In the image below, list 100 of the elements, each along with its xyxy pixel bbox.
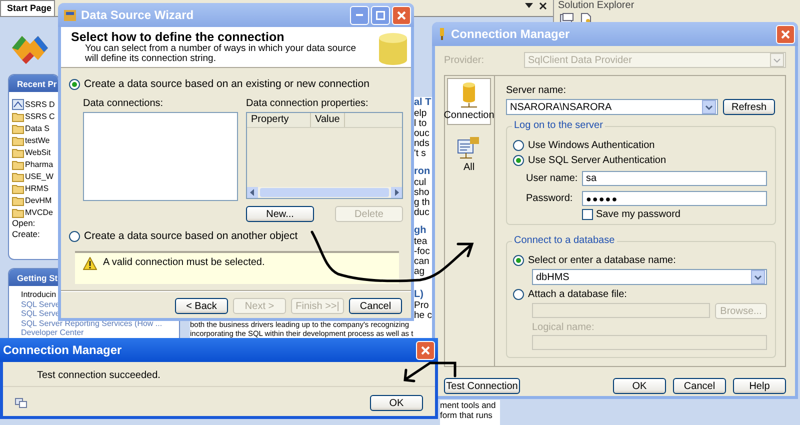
close-button[interactable] xyxy=(776,24,795,44)
ok-button[interactable]: OK xyxy=(370,395,423,411)
page-tab[interactable]: All xyxy=(447,133,491,176)
column-header[interactable]: Property xyxy=(247,113,312,127)
getting-started-text: Introducin xyxy=(21,290,56,300)
folder-icon xyxy=(12,158,24,170)
folder-icon xyxy=(12,146,24,158)
warning-icon xyxy=(83,257,97,270)
group-title: Connect to a database xyxy=(512,235,617,246)
project-link[interactable]: WebSit xyxy=(25,148,51,156)
close-icon[interactable] xyxy=(539,2,547,10)
logical-name-field[interactable] xyxy=(532,335,767,350)
connections-list[interactable] xyxy=(83,112,238,201)
minimize-icon xyxy=(356,14,363,16)
project-link[interactable]: Pharma xyxy=(25,160,54,168)
article-text: duc xyxy=(414,207,430,217)
folder-icon xyxy=(12,110,24,122)
logical-name-label: Logical name: xyxy=(532,322,596,333)
radio-button[interactable] xyxy=(513,155,524,166)
article-text: can xyxy=(414,256,430,266)
article-text: l to xyxy=(414,118,428,128)
article-text: nds xyxy=(414,138,430,148)
close-icon xyxy=(397,10,406,20)
page-heading: Select how to define the connection xyxy=(71,30,286,44)
project-link[interactable]: Data S xyxy=(25,124,50,132)
minimize-button[interactable] xyxy=(350,6,369,24)
horizontal-scrollbar[interactable] xyxy=(247,187,402,198)
article-text: elp xyxy=(414,108,428,118)
panel-title: Recent Pr xyxy=(17,79,57,89)
wizard-nav-button[interactable]: Cancel xyxy=(349,298,402,314)
article-text: Pro xyxy=(414,300,430,310)
option-label: Create a data source based on another object xyxy=(84,230,298,242)
panel-title: Solution Explorer xyxy=(557,0,636,11)
document-icon[interactable] xyxy=(580,13,592,24)
database-file-field[interactable] xyxy=(532,303,710,318)
article-text: tea xyxy=(414,236,428,246)
new-button[interactable]: New... xyxy=(246,206,314,222)
password-field[interactable]: ●●●●● xyxy=(582,191,767,206)
radio-button[interactable] xyxy=(513,289,524,300)
folder-icon xyxy=(12,182,24,194)
close-button[interactable] xyxy=(392,6,411,24)
database-dropdown[interactable]: dbHMS xyxy=(532,269,767,285)
dropdown-icon[interactable] xyxy=(525,3,533,9)
article-text: sho xyxy=(414,187,430,197)
article-heading: al T xyxy=(414,97,432,108)
dialog-button[interactable]: Test Connection xyxy=(444,378,520,394)
window-title: Connection Manager xyxy=(451,27,571,41)
checkbox-label: Save my password xyxy=(596,209,680,220)
radio-button[interactable] xyxy=(513,255,524,266)
folder-icon xyxy=(12,194,24,206)
left-arrow-icon[interactable] xyxy=(250,189,256,196)
option-label: Attach a database file: xyxy=(528,289,627,300)
option-label: Select or enter a database name: xyxy=(528,255,676,266)
project-link[interactable]: USE_W xyxy=(25,172,54,180)
close-icon xyxy=(421,346,430,354)
checkbox[interactable] xyxy=(582,209,593,220)
option-label: Create a data source based on an existing or new connection xyxy=(84,78,370,90)
project-link[interactable]: HRMS xyxy=(25,184,49,192)
right-arrow-icon[interactable] xyxy=(394,189,399,196)
database-icon xyxy=(458,82,480,110)
hand-drawn-arrow xyxy=(404,362,456,382)
dialog-button[interactable]: Cancel xyxy=(673,378,726,394)
radio-button[interactable] xyxy=(69,230,80,242)
close-icon xyxy=(781,30,790,38)
app-icon xyxy=(64,10,76,20)
maximize-button[interactable] xyxy=(371,6,390,24)
getting-started-link[interactable]: SQL Server Reporting Services (How ... xyxy=(21,318,162,328)
project-link[interactable]: SSRS D xyxy=(25,100,55,108)
folder-icon xyxy=(12,170,24,182)
dialog-button[interactable]: Help xyxy=(733,378,786,394)
properties-icon[interactable] xyxy=(560,13,574,24)
wizard-nav-button[interactable]: < Back xyxy=(175,298,228,314)
article-text: form that runs xyxy=(440,410,492,420)
article-text: ouc xyxy=(414,128,430,138)
close-button[interactable] xyxy=(416,340,435,360)
project-link[interactable]: SSRS C xyxy=(25,112,55,120)
project-link[interactable]: DevHM xyxy=(25,196,52,204)
plug-icon xyxy=(438,28,446,40)
folder-icon xyxy=(12,134,24,146)
window-title: Data Source Wizard xyxy=(81,8,195,22)
refresh-button[interactable]: Refresh xyxy=(723,99,775,115)
maximize-icon xyxy=(376,10,385,20)
radio-button[interactable] xyxy=(513,140,524,151)
article-heading: L) xyxy=(414,289,424,300)
project-link[interactable]: MVCDe xyxy=(25,208,54,216)
properties-label: Data connection properties: xyxy=(246,98,370,109)
panel-title: Getting St xyxy=(17,273,58,283)
password-label: Password: xyxy=(526,193,574,204)
copy-icon[interactable] xyxy=(15,398,27,408)
server-name-dropdown[interactable]: NSARORA\NSARORA xyxy=(506,99,718,115)
column-header[interactable]: Value xyxy=(311,113,345,127)
start-page-tab[interactable]: Start Page xyxy=(0,0,55,16)
article-text: ment tools and xyxy=(440,400,496,410)
group-title: Log on to the server xyxy=(512,120,605,131)
project-link[interactable]: testWe xyxy=(25,136,50,144)
user-name-field[interactable]: sa xyxy=(582,171,767,186)
radio-button[interactable] xyxy=(69,78,80,90)
folder-icon xyxy=(12,206,24,218)
getting-started-link[interactable]: Developer Center xyxy=(21,328,84,338)
dialog-button[interactable]: OK xyxy=(613,378,666,394)
